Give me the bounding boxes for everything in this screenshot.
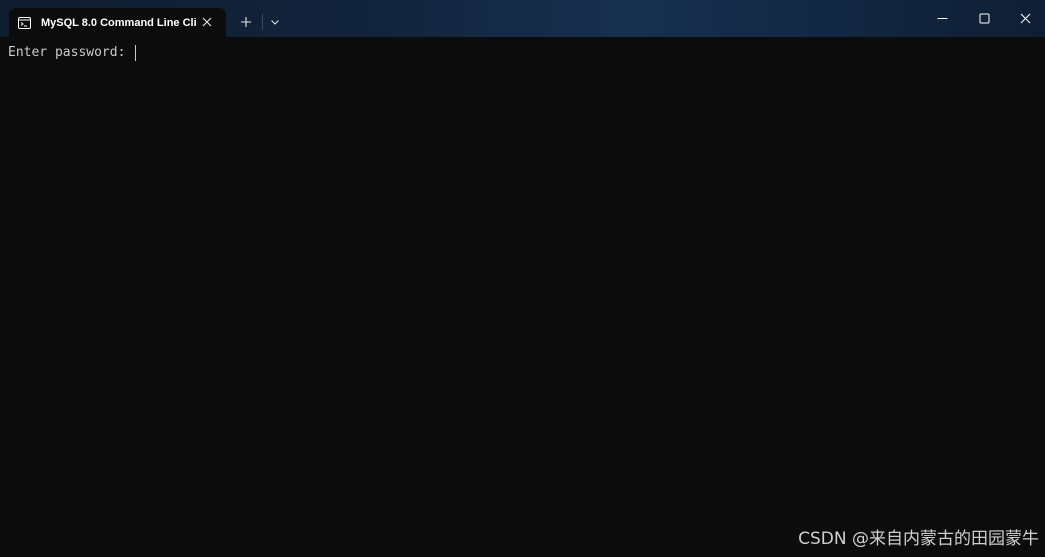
minimize-icon — [937, 18, 947, 19]
close-icon — [1020, 13, 1030, 24]
minimize-button[interactable] — [921, 0, 963, 37]
password-prompt: Enter password: — [8, 45, 137, 61]
tab-divider — [262, 14, 263, 30]
chevron-down-icon — [271, 19, 279, 25]
close-tab-icon[interactable] — [199, 14, 215, 30]
title-bar[interactable]: MySQL 8.0 Command Line Cli — [0, 0, 1045, 37]
text-cursor — [135, 45, 137, 61]
maximize-icon — [979, 13, 989, 24]
tab-mysql-cli[interactable]: MySQL 8.0 Command Line Cli — [9, 8, 226, 37]
plus-icon — [241, 17, 251, 27]
prompt-text: Enter password: — [8, 45, 134, 60]
profile-dropdown-button[interactable] — [266, 13, 284, 31]
terminal-icon — [18, 16, 31, 29]
close-window-button[interactable] — [1004, 0, 1045, 37]
maximize-button[interactable] — [963, 0, 1005, 37]
watermark: CSDN @来自内蒙古的田园蒙牛 — [798, 529, 1039, 549]
terminal-window: MySQL 8.0 Command Line Cli Enter passwor… — [0, 0, 1045, 557]
tab-title: MySQL 8.0 Command Line Cli — [41, 17, 196, 29]
new-tab-button[interactable] — [236, 12, 256, 32]
console-area[interactable]: Enter password: CSDN @来自内蒙古的田园蒙牛 — [0, 37, 1045, 557]
